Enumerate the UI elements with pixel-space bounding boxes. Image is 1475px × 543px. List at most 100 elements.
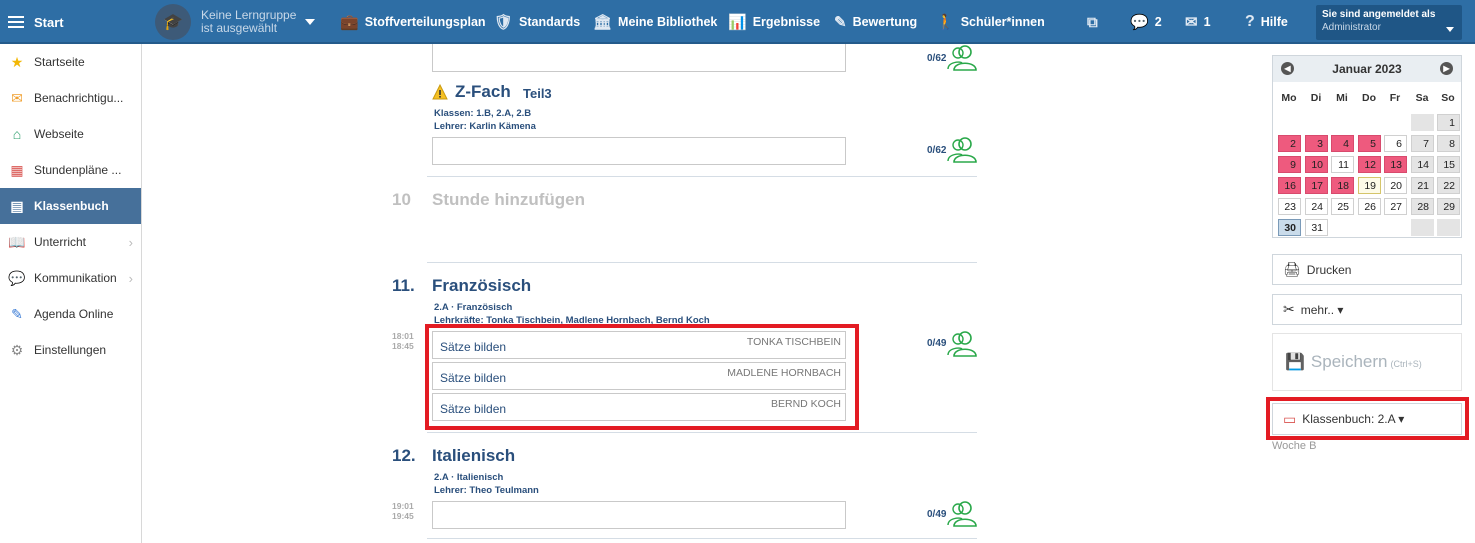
sidebar-item-chat[interactable]: 💬 Kommunikation › xyxy=(0,260,141,296)
sidebar-item-envelope[interactable]: ✉ Benachrichtigu... xyxy=(0,80,141,116)
calendar-day[interactable]: 3 xyxy=(1305,135,1328,152)
hamburger-icon xyxy=(8,16,24,28)
calendar-day[interactable]: 28 xyxy=(1411,198,1434,215)
messages-button[interactable]: 💬 2 xyxy=(1130,0,1162,44)
calendar-day[interactable]: 13 xyxy=(1384,156,1407,173)
sidebar-item-label: Webseite xyxy=(34,127,84,141)
more-button[interactable]: ✂ mehr.. ▾ xyxy=(1272,294,1462,325)
calendar-day[interactable]: 2 xyxy=(1278,135,1301,152)
students-attendance-icon[interactable] xyxy=(946,500,978,528)
calendar-day[interactable]: 19 xyxy=(1358,177,1381,194)
prev-month-icon[interactable]: ◀ xyxy=(1281,62,1294,75)
nav-label: Standards xyxy=(519,15,581,29)
calendar-empty-cell xyxy=(1305,114,1328,131)
calendar-day[interactable]: 29 xyxy=(1437,198,1460,215)
calendar-weekday: Do xyxy=(1362,92,1376,104)
calendar-empty-cell xyxy=(1331,219,1354,236)
calendar-day[interactable]: 26 xyxy=(1358,198,1381,215)
attendance-count: 0/49 xyxy=(927,338,947,349)
calendar-day[interactable]: 23 xyxy=(1278,198,1301,215)
nav-grading-link[interactable]: ✎ Bewertung xyxy=(834,0,917,44)
help-button[interactable]: ? Hilfe xyxy=(1245,0,1288,44)
lesson-entry-field[interactable] xyxy=(432,501,846,529)
save-button[interactable]: 💾 Speichern (Ctrl+S) xyxy=(1272,333,1462,391)
user-menu[interactable]: Sie sind angemeldet als Administrator xyxy=(1316,5,1462,40)
lesson-number: 11. xyxy=(392,276,415,295)
print-button[interactable]: 🖨 Drucken xyxy=(1272,254,1462,285)
group-selector[interactable]: 🎓 Keine Lerngruppe ist ausgewählt xyxy=(155,4,315,40)
calendar-day[interactable]: 6 xyxy=(1384,135,1407,152)
gear-icon: ⚙ xyxy=(10,341,24,358)
chat-bubble-icon: 💬 xyxy=(1130,14,1149,31)
briefcase-icon: 💼 xyxy=(340,14,359,31)
calendar-empty-cell xyxy=(1278,114,1301,131)
calendar-day[interactable]: 21 xyxy=(1411,177,1434,194)
calendar-day[interactable]: 27 xyxy=(1384,198,1407,215)
sidebar-item-timetable[interactable]: ▦ Stundenpläne ... xyxy=(0,152,141,188)
lesson-title-french: Französisch xyxy=(432,276,532,295)
sidebar-item-label: Agenda Online xyxy=(34,307,114,321)
calendar-weekday: So xyxy=(1441,92,1455,104)
calendar-day[interactable]: 12 xyxy=(1358,156,1381,173)
lesson-time-end: 18:45 xyxy=(392,341,414,351)
main-content: 0/62 Z-Fach Teil3 Klassen: 1.B, 2.A, 2.B… xyxy=(142,44,1260,543)
question-icon: ? xyxy=(1245,13,1255,30)
calendar-day[interactable]: 30 xyxy=(1278,219,1301,236)
calendar-day[interactable]: 8 xyxy=(1437,135,1460,152)
calendar-day[interactable]: 10 xyxy=(1305,156,1328,173)
messages-count: 2 xyxy=(1154,15,1162,29)
calendar-day[interactable]: 14 xyxy=(1411,156,1434,173)
calendar-day[interactable]: 18 xyxy=(1331,177,1354,194)
nav-label: Ergebnisse xyxy=(752,15,821,29)
calendar-empty-cell xyxy=(1384,114,1407,131)
sidebar-item-label: Kommunikation xyxy=(34,271,117,285)
envelope-icon: ✉ xyxy=(1185,14,1198,31)
divider xyxy=(427,262,977,263)
nav-label: Bewertung xyxy=(852,15,918,29)
calendar-day[interactable]: 20 xyxy=(1384,177,1407,194)
calendar-day[interactable]: 31 xyxy=(1305,219,1328,236)
sidebar-item-home[interactable]: ⌂ Webseite xyxy=(0,116,141,152)
calendar-day[interactable]: 9 xyxy=(1278,156,1301,173)
calendar-day[interactable]: 22 xyxy=(1437,177,1460,194)
top-navigation-bar: Start 🎓 Keine Lerngruppe ist ausgewählt … xyxy=(0,0,1475,44)
calendar-day[interactable]: 15 xyxy=(1437,156,1460,173)
calendar-day[interactable]: 7 xyxy=(1411,135,1434,152)
nav-briefcase-link[interactable]: 💼 Stoffverteilungsplan xyxy=(340,0,486,44)
sidebar-item-star[interactable]: ★ Startseite xyxy=(0,44,141,80)
highlight-frame xyxy=(425,324,859,430)
tools-icon: ✂ xyxy=(1283,301,1295,317)
calendar-day[interactable]: 5 xyxy=(1358,135,1381,152)
sidebar-item-classbook[interactable]: ▤ Klassenbuch xyxy=(0,188,141,224)
start-menu-button[interactable]: Start xyxy=(0,0,142,44)
calendar-day[interactable]: 11 xyxy=(1331,156,1354,173)
calendar: ◀ Januar 2023 ▶ Mo Di Mi Do Fr Sa So 1 2 3 4 5 6 7 8 9 1… xyxy=(1272,55,1462,238)
start-label: Start xyxy=(34,14,64,30)
students-attendance-icon[interactable] xyxy=(946,330,978,358)
sidebar-item-book-open[interactable]: 📖 Unterricht › xyxy=(0,224,141,260)
lesson-entry-field[interactable] xyxy=(432,137,846,165)
lesson-number: 12. xyxy=(392,446,416,465)
nav-students-link[interactable]: 🚶 Schüler*innen xyxy=(936,0,1045,44)
nav-library-link[interactable]: 🏛 Meine Bibliothek xyxy=(593,0,717,44)
calendar-weekday: Mi xyxy=(1336,92,1348,104)
lesson-entry-field[interactable] xyxy=(432,44,846,72)
calendar-day[interactable]: 1 xyxy=(1437,114,1460,131)
students-attendance-icon[interactable] xyxy=(946,136,978,164)
more-label: mehr.. ▾ xyxy=(1300,302,1344,317)
screen-share-button[interactable]: ⧉ xyxy=(1087,0,1104,44)
calendar-day[interactable]: 16 xyxy=(1278,177,1301,194)
calendar-day[interactable]: 24 xyxy=(1305,198,1328,215)
nav-bar-chart-link[interactable]: 📊 Ergebnisse xyxy=(728,0,820,44)
calendar-day[interactable]: 25 xyxy=(1331,198,1354,215)
calendar-day[interactable]: 4 xyxy=(1331,135,1354,152)
calendar-day[interactable]: 17 xyxy=(1305,177,1328,194)
sidebar-item-label: Klassenbuch xyxy=(34,199,109,213)
add-lesson-button[interactable]: Stunde hinzufügen xyxy=(432,190,585,210)
next-month-icon[interactable]: ▶ xyxy=(1440,62,1453,75)
nav-shield-link[interactable]: 🛡 Standards xyxy=(494,0,580,44)
mail-button[interactable]: ✉ 1 xyxy=(1185,0,1211,44)
sidebar-item-pen[interactable]: ✎ Agenda Online xyxy=(0,296,141,332)
sidebar-item-gear[interactable]: ⚙ Einstellungen xyxy=(0,332,141,368)
students-attendance-icon[interactable] xyxy=(946,44,978,72)
